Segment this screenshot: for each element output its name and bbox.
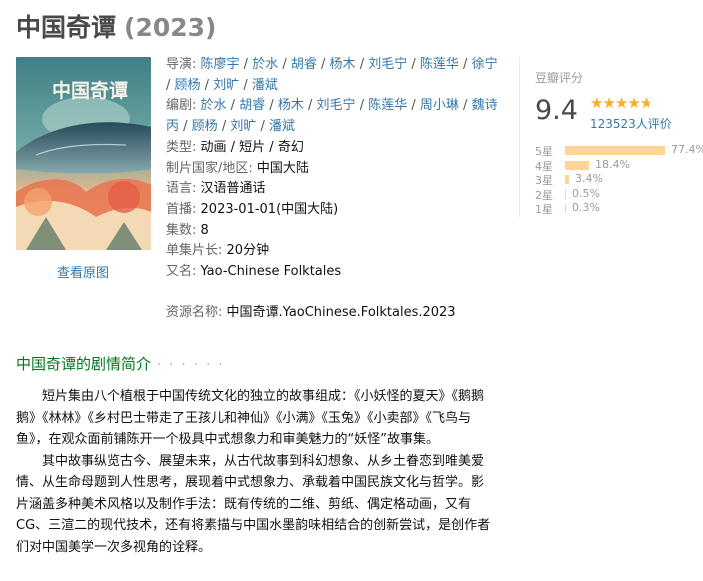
- star-icon: ★ ★: [627, 94, 640, 112]
- writer-link[interactable]: 胡睿: [239, 98, 265, 113]
- writer-link[interactable]: 刘毛宁: [317, 98, 356, 113]
- rating-bar: [565, 204, 566, 213]
- view-original-link[interactable]: 查看原图: [57, 262, 109, 281]
- genre-label: 类型:: [166, 139, 197, 155]
- directors-label: 导演:: [166, 57, 197, 72]
- premiere-value: 2023-01-01(中国大陆): [200, 201, 339, 217]
- poster-caption: 中国奇谭: [52, 79, 128, 102]
- rating-bar: [565, 189, 566, 199]
- aka-label: 又名:: [166, 264, 197, 280]
- director-link[interactable]: 杨木: [330, 57, 356, 72]
- country-label: 制片国家/地区:: [166, 160, 253, 176]
- synopsis-body: 短片集由八个植根于中国传统文化的独立的故事组成：《小妖怪的夏天》《鹅鹅鹅》《林林…: [16, 386, 496, 558]
- rating-count-link[interactable]: 123523人评价: [590, 115, 672, 132]
- director-link[interactable]: 徐宁: [472, 57, 498, 72]
- title-name: 中国奇谭: [16, 13, 117, 42]
- director-link[interactable]: 顾杨: [175, 78, 201, 93]
- episodes-row: 集数: 8: [166, 221, 506, 242]
- language-value: 汉语普通话: [200, 181, 266, 197]
- synopsis-heading: 中国奇谭的剧情简介 · · · · · ·: [16, 353, 224, 374]
- writer-link[interactable]: 陈莲华: [368, 98, 407, 113]
- director-link[interactable]: 潘斌: [252, 78, 278, 93]
- director-link[interactable]: 於水: [252, 57, 278, 72]
- episodes-value: 8: [200, 222, 209, 238]
- writer-link[interactable]: 刘旷: [230, 119, 256, 134]
- synopsis-dots: · · · · · ·: [157, 358, 225, 373]
- rating-bar-row: 3星 3.4%: [535, 172, 695, 187]
- rating-panel: 豆瓣评分 9.4 ★ ★ ★ ★ ★ ★ ★ ★ ★ ★ 123523人评价 5星 77.4% 4星…: [519, 57, 703, 217]
- page-title: 中国奇谭 (2023): [16, 8, 216, 44]
- rating-bar-percent: 0.3%: [572, 201, 600, 214]
- writer-link[interactable]: 周小琳: [420, 98, 459, 113]
- resource-value: 中国奇谭.YaoChinese.Folktales.2023: [226, 304, 456, 320]
- aka-value: Yao-Chinese Folktales: [200, 264, 342, 280]
- writers-row: 编剧: 於水 / 胡睿 / 杨木 / 刘毛宁 / 陈莲华 / 周小琳 / 魏诗丙…: [166, 96, 506, 137]
- rating-bar: [565, 160, 589, 170]
- country-row: 制片国家/地区: 中国大陆: [166, 159, 506, 180]
- language-label: 语言:: [166, 181, 197, 197]
- runtime-label: 单集片长:: [166, 243, 223, 259]
- director-link[interactable]: 刘毛宁: [368, 57, 407, 72]
- writers-label: 编剧:: [166, 98, 197, 114]
- director-link[interactable]: 陈廖宇: [201, 57, 240, 72]
- genre-row: 类型: 动画 / 短片 / 奇幻: [166, 138, 506, 159]
- resource-label: 资源名称:: [166, 304, 223, 320]
- rating-bar-row: 4星 18.4%: [535, 157, 695, 173]
- director-link[interactable]: 刘旷: [213, 78, 239, 93]
- synopsis-title: 中国奇谭的剧情简介: [16, 355, 152, 373]
- premiere-row: 首播: 2023-01-01(中国大陆): [166, 200, 506, 221]
- star-icon: ★ ★: [590, 94, 603, 112]
- episodes-label: 集数:: [166, 222, 197, 238]
- rating-bar-label: 1星: [535, 203, 553, 216]
- rating-bar-row: 2星 0.5%: [535, 186, 695, 202]
- aka-row: 又名: Yao-Chinese Folktales: [166, 262, 506, 283]
- rating-bar-percent: 18.4%: [595, 157, 630, 171]
- director-link[interactable]: 胡睿: [291, 57, 317, 72]
- language-row: 语言: 汉语普通话: [166, 179, 506, 200]
- synopsis-paragraph: 短片集由八个植根于中国传统文化的独立的故事组成：《小妖怪的夏天》《鹅鹅鹅》《林林…: [16, 389, 485, 447]
- runtime-row: 单集片长: 20分钟: [166, 241, 506, 262]
- rating-distribution: 5星 77.4% 4星 18.4% 3星 3.4% 2星 0.5% 1星 0.3%: [535, 143, 703, 216]
- writer-link[interactable]: 潘斌: [269, 119, 295, 134]
- rating-bar-percent: 77.4%: [671, 143, 703, 156]
- premiere-label: 首播:: [166, 201, 197, 217]
- poster-image[interactable]: 中国奇谭: [16, 57, 151, 250]
- rating-bar-row: 1星 0.3%: [535, 201, 695, 216]
- rating-score: 9.4: [535, 95, 578, 126]
- star-icon: ★ ★: [614, 94, 628, 112]
- director-link[interactable]: 陈莲华: [420, 57, 459, 72]
- directors-list: 陈廖宇 / 於水 / 胡睿 / 杨木 / 刘毛宁 / 陈莲华 / 徐宁 / 顾杨…: [166, 57, 498, 93]
- writer-link[interactable]: 於水: [201, 98, 227, 113]
- runtime-value: 20分钟: [226, 243, 270, 259]
- rating-stars: ★ ★ ★ ★ ★ ★ ★ ★ ★ ★: [590, 94, 653, 112]
- info-panel: 导演: 陈廖宇 / 於水 / 胡睿 / 杨木 / 刘毛宁 / 陈莲华 / 徐宁 …: [166, 55, 506, 323]
- writer-link[interactable]: 杨木: [278, 98, 304, 113]
- directors-row: 导演: 陈廖宇 / 於水 / 胡睿 / 杨木 / 刘毛宁 / 陈莲华 / 徐宁 …: [166, 55, 506, 96]
- rating-bar-percent: 0.5%: [572, 186, 600, 200]
- country-value: 中国大陆: [256, 160, 309, 176]
- rating-bar: [565, 146, 665, 155]
- synopsis-paragraph: 其中故事纵览古今、展望未来，从古代故事到科幻想象、从乡土眷恋到唯美爱情、从生命母…: [16, 453, 491, 555]
- rating-bar-row: 5星 77.4%: [535, 143, 703, 158]
- rating-label: 豆瓣评分: [535, 71, 584, 85]
- poster-illustration: 中国奇谭: [16, 57, 151, 250]
- title-year: (2023): [124, 13, 217, 42]
- writer-link[interactable]: 顾杨: [192, 119, 218, 134]
- star-icon: ★ ★: [639, 94, 653, 112]
- writers-list: 於水 / 胡睿 / 杨木 / 刘毛宁 / 陈莲华 / 周小琳 / 魏诗丙 / 顾…: [166, 98, 498, 135]
- rating-bar: [565, 175, 569, 184]
- rating-bar-percent: 3.4%: [575, 172, 603, 185]
- genre-value: 动画 / 短片 / 奇幻: [200, 139, 304, 155]
- star-icon: ★ ★: [602, 94, 615, 112]
- resource-row: 资源名称: 中国奇谭.YaoChinese.Folktales.2023: [166, 303, 506, 324]
